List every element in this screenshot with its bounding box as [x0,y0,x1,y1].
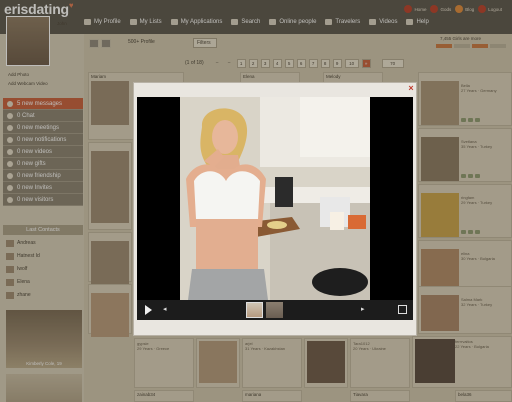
photo-illustration [180,97,370,300]
photo-thumbnail[interactable] [246,302,263,318]
photo-thumbnail[interactable] [266,302,283,318]
fullscreen-icon[interactable] [398,305,407,314]
play-icon[interactable] [145,305,152,315]
close-icon[interactable]: × [406,83,416,93]
next-arrow-icon[interactable]: ▸ [361,306,365,314]
previous-arrow-icon[interactable]: ◂ [163,306,167,314]
profile-photo-large [180,97,370,300]
